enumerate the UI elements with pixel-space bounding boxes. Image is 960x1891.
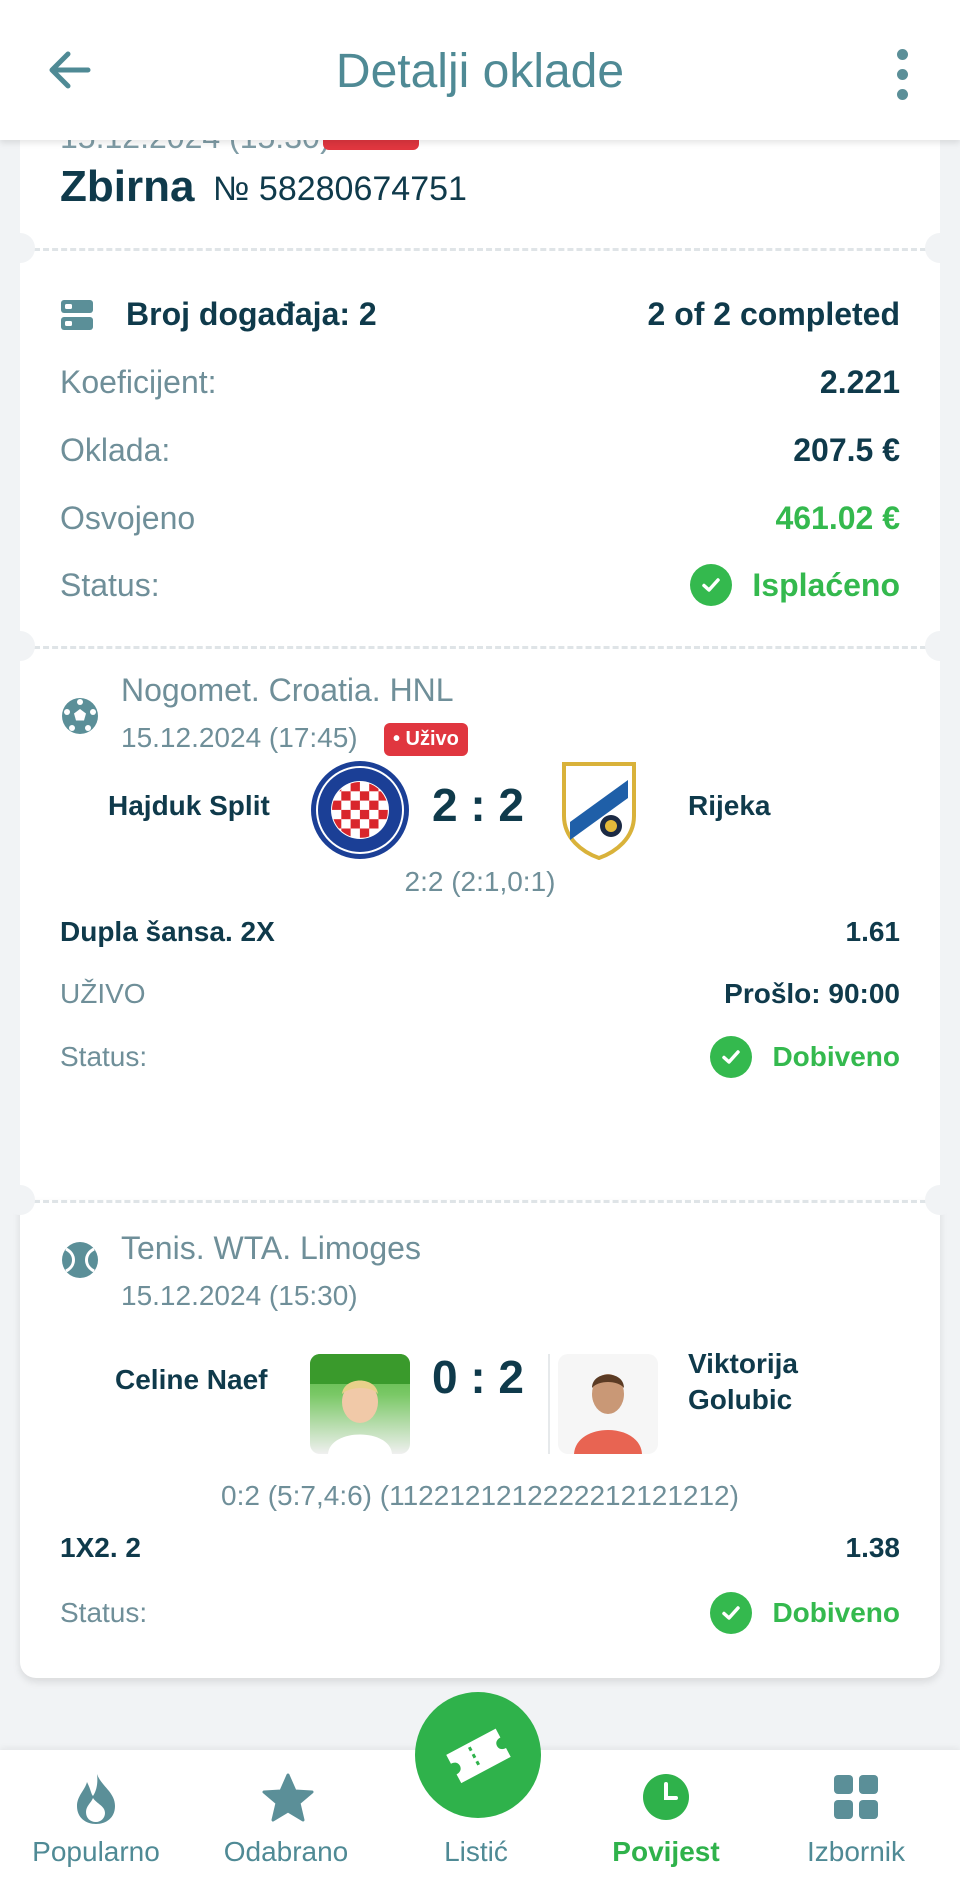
event-status-row: Status: Dobiveno xyxy=(60,1592,900,1634)
event-status-label: Status: xyxy=(60,1597,148,1628)
winnings-label: Osvojeno xyxy=(60,500,196,536)
event-status: Dobiveno xyxy=(710,1036,900,1078)
app-header: Detalji oklade xyxy=(0,0,960,140)
ticket-type: Zbirna xyxy=(60,162,195,211)
nav-label: Popularno xyxy=(32,1836,160,1867)
page-title: Detalji oklade xyxy=(335,45,625,98)
nav-favorites[interactable]: Odabrano xyxy=(190,1750,382,1891)
elapsed-time: Prošlo: 90:00 xyxy=(724,978,900,1009)
winnings-row: Osvojeno 461.02 € xyxy=(60,500,900,537)
rijeka-logo xyxy=(562,762,636,860)
ticket-icon xyxy=(446,1728,511,1784)
player2-first-name: Viktorija xyxy=(688,1348,798,1379)
ticket-header-card: 15.12.2024 (15:30) Zbirna № 58280674751 xyxy=(20,140,940,248)
event-status-label: Status: xyxy=(60,1041,148,1072)
live-badge-partial xyxy=(323,140,419,150)
star-icon xyxy=(262,1773,314,1822)
odds-value: 2.221 xyxy=(819,364,900,400)
event-date: 15.12.2024 (15:30) xyxy=(121,1280,358,1311)
event-card[interactable]: Tenis. WTA. Limoges 15.12.2024 (15:30) C… xyxy=(20,1200,940,1678)
stake-value: 207.5 € xyxy=(793,432,900,468)
live-state: UŽIVO xyxy=(60,978,146,1009)
perforation-line xyxy=(34,646,926,649)
status-value: Isplaćeno xyxy=(752,566,900,603)
perforation-notch xyxy=(925,233,955,263)
nav-history[interactable]: Povijest xyxy=(570,1750,762,1891)
more-options-button[interactable] xyxy=(872,44,932,104)
market-row: 1X2. 2 1.38 xyxy=(60,1532,900,1564)
odds-row: Koeficijent: 2.221 xyxy=(60,364,900,401)
flame-icon xyxy=(77,1774,115,1824)
event-status-row: Status: Dobiveno xyxy=(60,1036,900,1078)
perforation-line xyxy=(34,248,926,251)
ticket-date-partial: 15.12.2024 (15:30) xyxy=(60,140,330,154)
check-circle-icon xyxy=(710,1592,753,1634)
event-status-value: Dobiveno xyxy=(772,1041,900,1072)
market-row: Dupla šansa. 2X 1.61 xyxy=(60,916,900,948)
event-card[interactable]: Nogomet. Croatia. HNL 15.12.2024 (17:45)… xyxy=(20,646,940,1200)
player2-last-name: Golubic xyxy=(688,1384,793,1415)
grid-icon xyxy=(834,1775,878,1819)
event-status-value: Dobiveno xyxy=(772,1597,900,1628)
ticket-number: № 58280674751 xyxy=(213,170,467,208)
perforation-notch xyxy=(925,631,955,661)
bet-summary-card: Broj događaja: 2 2 of 2 completed Koefic… xyxy=(20,248,940,646)
score-detail: 2:2 (2:1,0:1) xyxy=(404,866,556,897)
list-icon xyxy=(61,299,93,330)
perforation-notch xyxy=(925,1185,955,1215)
divider xyxy=(548,1354,550,1454)
ticket-fab-button[interactable] xyxy=(415,1692,541,1818)
dot-icon xyxy=(896,68,908,80)
market-name: 1X2. 2 xyxy=(60,1532,141,1563)
market-odds: 1.38 xyxy=(845,1532,901,1563)
market-odds: 1.61 xyxy=(845,916,901,947)
status-row: Status: Isplaćeno xyxy=(60,564,900,606)
events-count: Broj događaja: 2 xyxy=(126,296,377,332)
home-team-name: Hajduk Split xyxy=(108,790,270,821)
player1-photo xyxy=(310,1354,410,1454)
tennis-ball-icon xyxy=(62,1242,98,1278)
status-label: Status: xyxy=(60,566,160,603)
perforation-notch xyxy=(5,631,35,661)
perforation-line xyxy=(34,1200,926,1203)
nav-menu[interactable]: Izbornik xyxy=(760,1750,952,1891)
match-score: 0 : 2 xyxy=(431,1351,525,1403)
check-circle-icon xyxy=(690,564,733,606)
event-league: Nogomet. Croatia. HNL xyxy=(121,672,454,708)
stake-row: Oklada: 207.5 € xyxy=(60,432,900,469)
odds-label: Koeficijent: xyxy=(60,364,217,400)
hajduk-logo xyxy=(311,761,409,859)
event-date: 15.12.2024 (17:45) xyxy=(121,722,358,753)
market-name: Dupla šansa. 2X xyxy=(60,916,275,947)
player2-photo xyxy=(558,1354,658,1454)
player2-name: Viktorija Golubic xyxy=(688,1346,908,1418)
winnings-value: 461.02 € xyxy=(775,500,900,536)
events-row: Broj događaja: 2 2 of 2 completed xyxy=(60,296,900,333)
nav-label: Listić xyxy=(444,1836,508,1867)
player1-name: Celine Naef xyxy=(115,1364,268,1395)
nav-popular[interactable]: Popularno xyxy=(0,1750,192,1891)
score-detail: 0:2 (5:7,4:6) (1122121212222212121212) xyxy=(221,1480,739,1511)
dot-icon xyxy=(896,48,908,60)
status-paid: Isplaćeno xyxy=(690,564,900,606)
nav-label: Povijest xyxy=(612,1836,720,1867)
completed-count: 2 of 2 completed xyxy=(647,296,901,332)
football-icon xyxy=(62,698,98,734)
stake-label: Oklada: xyxy=(60,432,171,468)
perforation-notch xyxy=(5,1185,35,1215)
live-row: UŽIVO Prošlo: 90:00 xyxy=(60,978,900,1010)
away-team-name: Rijeka xyxy=(688,790,771,821)
match-score: 2 : 2 xyxy=(431,779,525,831)
event-status: Dobiveno xyxy=(710,1592,900,1634)
clock-icon xyxy=(643,1774,689,1820)
nav-label: Izbornik xyxy=(806,1836,906,1867)
nav-label: Odabrano xyxy=(223,1836,349,1867)
perforation-notch xyxy=(5,233,35,263)
check-circle-icon xyxy=(710,1036,753,1078)
event-league: Tenis. WTA. Limoges xyxy=(121,1230,421,1266)
live-badge: • Uživo xyxy=(384,723,468,756)
dot-icon xyxy=(896,88,908,100)
